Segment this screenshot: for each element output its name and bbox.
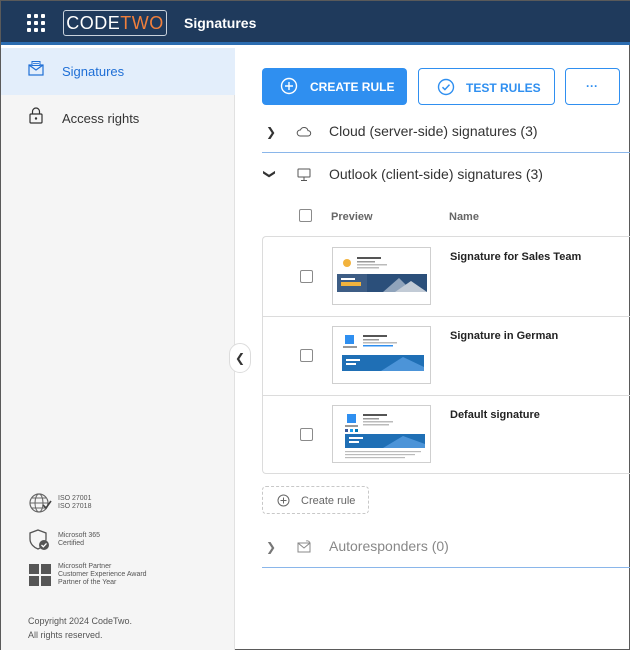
section-divider bbox=[262, 567, 630, 568]
badge-line: Customer Experience Award bbox=[58, 571, 147, 578]
signature-list: Signature for Sales Team Signature in Ge… bbox=[262, 236, 630, 474]
plus-circle-icon bbox=[277, 494, 290, 507]
signature-preview-image bbox=[345, 414, 425, 459]
badge-line: Partner of the Year bbox=[58, 579, 117, 586]
signature-name[interactable]: Signature for Sales Team bbox=[450, 251, 581, 263]
test-rules-label: TEST RULES bbox=[466, 81, 541, 95]
create-rule-label: CREATE RULE bbox=[310, 80, 395, 94]
badge-line: Certified bbox=[58, 540, 85, 547]
m365-badge: Microsoft 365 Certified bbox=[28, 528, 100, 552]
chevron-right-icon[interactable]: ❯ bbox=[266, 540, 276, 554]
envelope-signature-icon bbox=[28, 61, 44, 76]
autoresponder-icon bbox=[297, 540, 311, 553]
signature-preview-image bbox=[342, 335, 424, 371]
sidebar-item-label: Access rights bbox=[62, 111, 140, 126]
section-outlook-signatures[interactable]: ❯ Outlook (client-side) signatures (3) bbox=[262, 154, 630, 196]
copyright-line: All rights reserved. bbox=[28, 630, 103, 640]
top-bar: CODE TWO Signatures bbox=[1, 1, 630, 45]
check-circle-icon bbox=[437, 78, 455, 96]
iso-badge: ISO 27001 ISO 27018 bbox=[28, 491, 91, 515]
badge-line: ISO 27018 bbox=[58, 503, 92, 510]
badge-line: Microsoft 365 bbox=[58, 532, 101, 539]
signature-name[interactable]: Default signature bbox=[450, 409, 540, 421]
section-title: Outlook (client-side) signatures (3) bbox=[329, 166, 543, 182]
collapse-sidebar-button[interactable]: ❮ bbox=[229, 343, 251, 373]
badge-line: ISO 27001 bbox=[58, 495, 92, 502]
app-title: Signatures bbox=[184, 15, 257, 31]
copyright: Copyright 2024 CodeTwo. All rights reser… bbox=[28, 614, 132, 642]
plus-circle-icon bbox=[280, 77, 298, 95]
logo-two-text: TWO bbox=[120, 12, 164, 33]
row-checkbox[interactable] bbox=[300, 270, 313, 283]
sidebar: Signatures Access rights ISO 27001 ISO 2… bbox=[1, 48, 235, 650]
app-launcher-icon[interactable] bbox=[27, 14, 45, 32]
iso-globe-icon bbox=[29, 493, 52, 513]
signature-preview-image bbox=[337, 257, 427, 292]
chevron-left-icon: ❮ bbox=[234, 351, 246, 365]
create-rule-button[interactable]: CREATE RULE bbox=[262, 68, 407, 105]
section-divider bbox=[262, 152, 630, 153]
signature-name[interactable]: Signature in German bbox=[450, 330, 558, 342]
microsoft-logo-icon bbox=[29, 564, 51, 586]
table-header: Preview Name bbox=[262, 197, 630, 235]
codetwo-logo[interactable]: CODE TWO bbox=[63, 10, 167, 36]
select-all-checkbox[interactable] bbox=[299, 209, 312, 222]
table-row[interactable]: Default signature bbox=[263, 395, 630, 475]
copyright-line: Copyright 2024 CodeTwo. bbox=[28, 616, 133, 626]
column-header-name: Name bbox=[449, 211, 479, 223]
section-title: Cloud (server-side) signatures (3) bbox=[329, 123, 538, 139]
more-dots-icon: ··· bbox=[586, 79, 598, 93]
microsoft-partner-badge: Microsoft Partner Customer Experience Aw… bbox=[28, 563, 147, 587]
logo-code-text: CODE bbox=[66, 12, 121, 33]
section-title: Autoresponders (0) bbox=[329, 538, 449, 554]
section-autoresponders[interactable]: ❯ Autoresponders (0) bbox=[262, 526, 630, 568]
shield-check-icon bbox=[29, 529, 49, 550]
cloud-icon bbox=[296, 127, 312, 137]
signature-preview-thumbnail[interactable] bbox=[332, 247, 431, 305]
signature-preview-thumbnail[interactable] bbox=[332, 405, 431, 463]
monitor-icon bbox=[297, 168, 311, 181]
chevron-right-icon[interactable]: ❯ bbox=[266, 125, 276, 139]
chevron-down-icon[interactable]: ❯ bbox=[263, 169, 277, 179]
table-row[interactable]: Signature for Sales Team bbox=[263, 237, 630, 317]
sidebar-item-access-rights[interactable]: Access rights bbox=[1, 95, 235, 142]
row-checkbox[interactable] bbox=[300, 349, 313, 362]
badge-line: Microsoft Partner bbox=[58, 563, 112, 570]
add-rule-label: Create rule bbox=[301, 495, 356, 507]
lock-icon bbox=[29, 107, 43, 124]
section-cloud-signatures[interactable]: ❯ Cloud (server-side) signatures (3) bbox=[262, 111, 630, 153]
row-checkbox[interactable] bbox=[300, 428, 313, 441]
test-rules-button[interactable]: TEST RULES bbox=[418, 68, 555, 105]
column-header-preview: Preview bbox=[331, 211, 373, 223]
sidebar-item-signatures[interactable]: Signatures bbox=[1, 48, 235, 95]
signature-preview-thumbnail[interactable] bbox=[332, 326, 431, 384]
more-options-button[interactable]: ··· bbox=[565, 68, 620, 105]
sidebar-item-label: Signatures bbox=[62, 64, 125, 79]
table-row[interactable]: Signature in German bbox=[263, 316, 630, 396]
add-rule-button[interactable]: Create rule bbox=[262, 486, 369, 514]
